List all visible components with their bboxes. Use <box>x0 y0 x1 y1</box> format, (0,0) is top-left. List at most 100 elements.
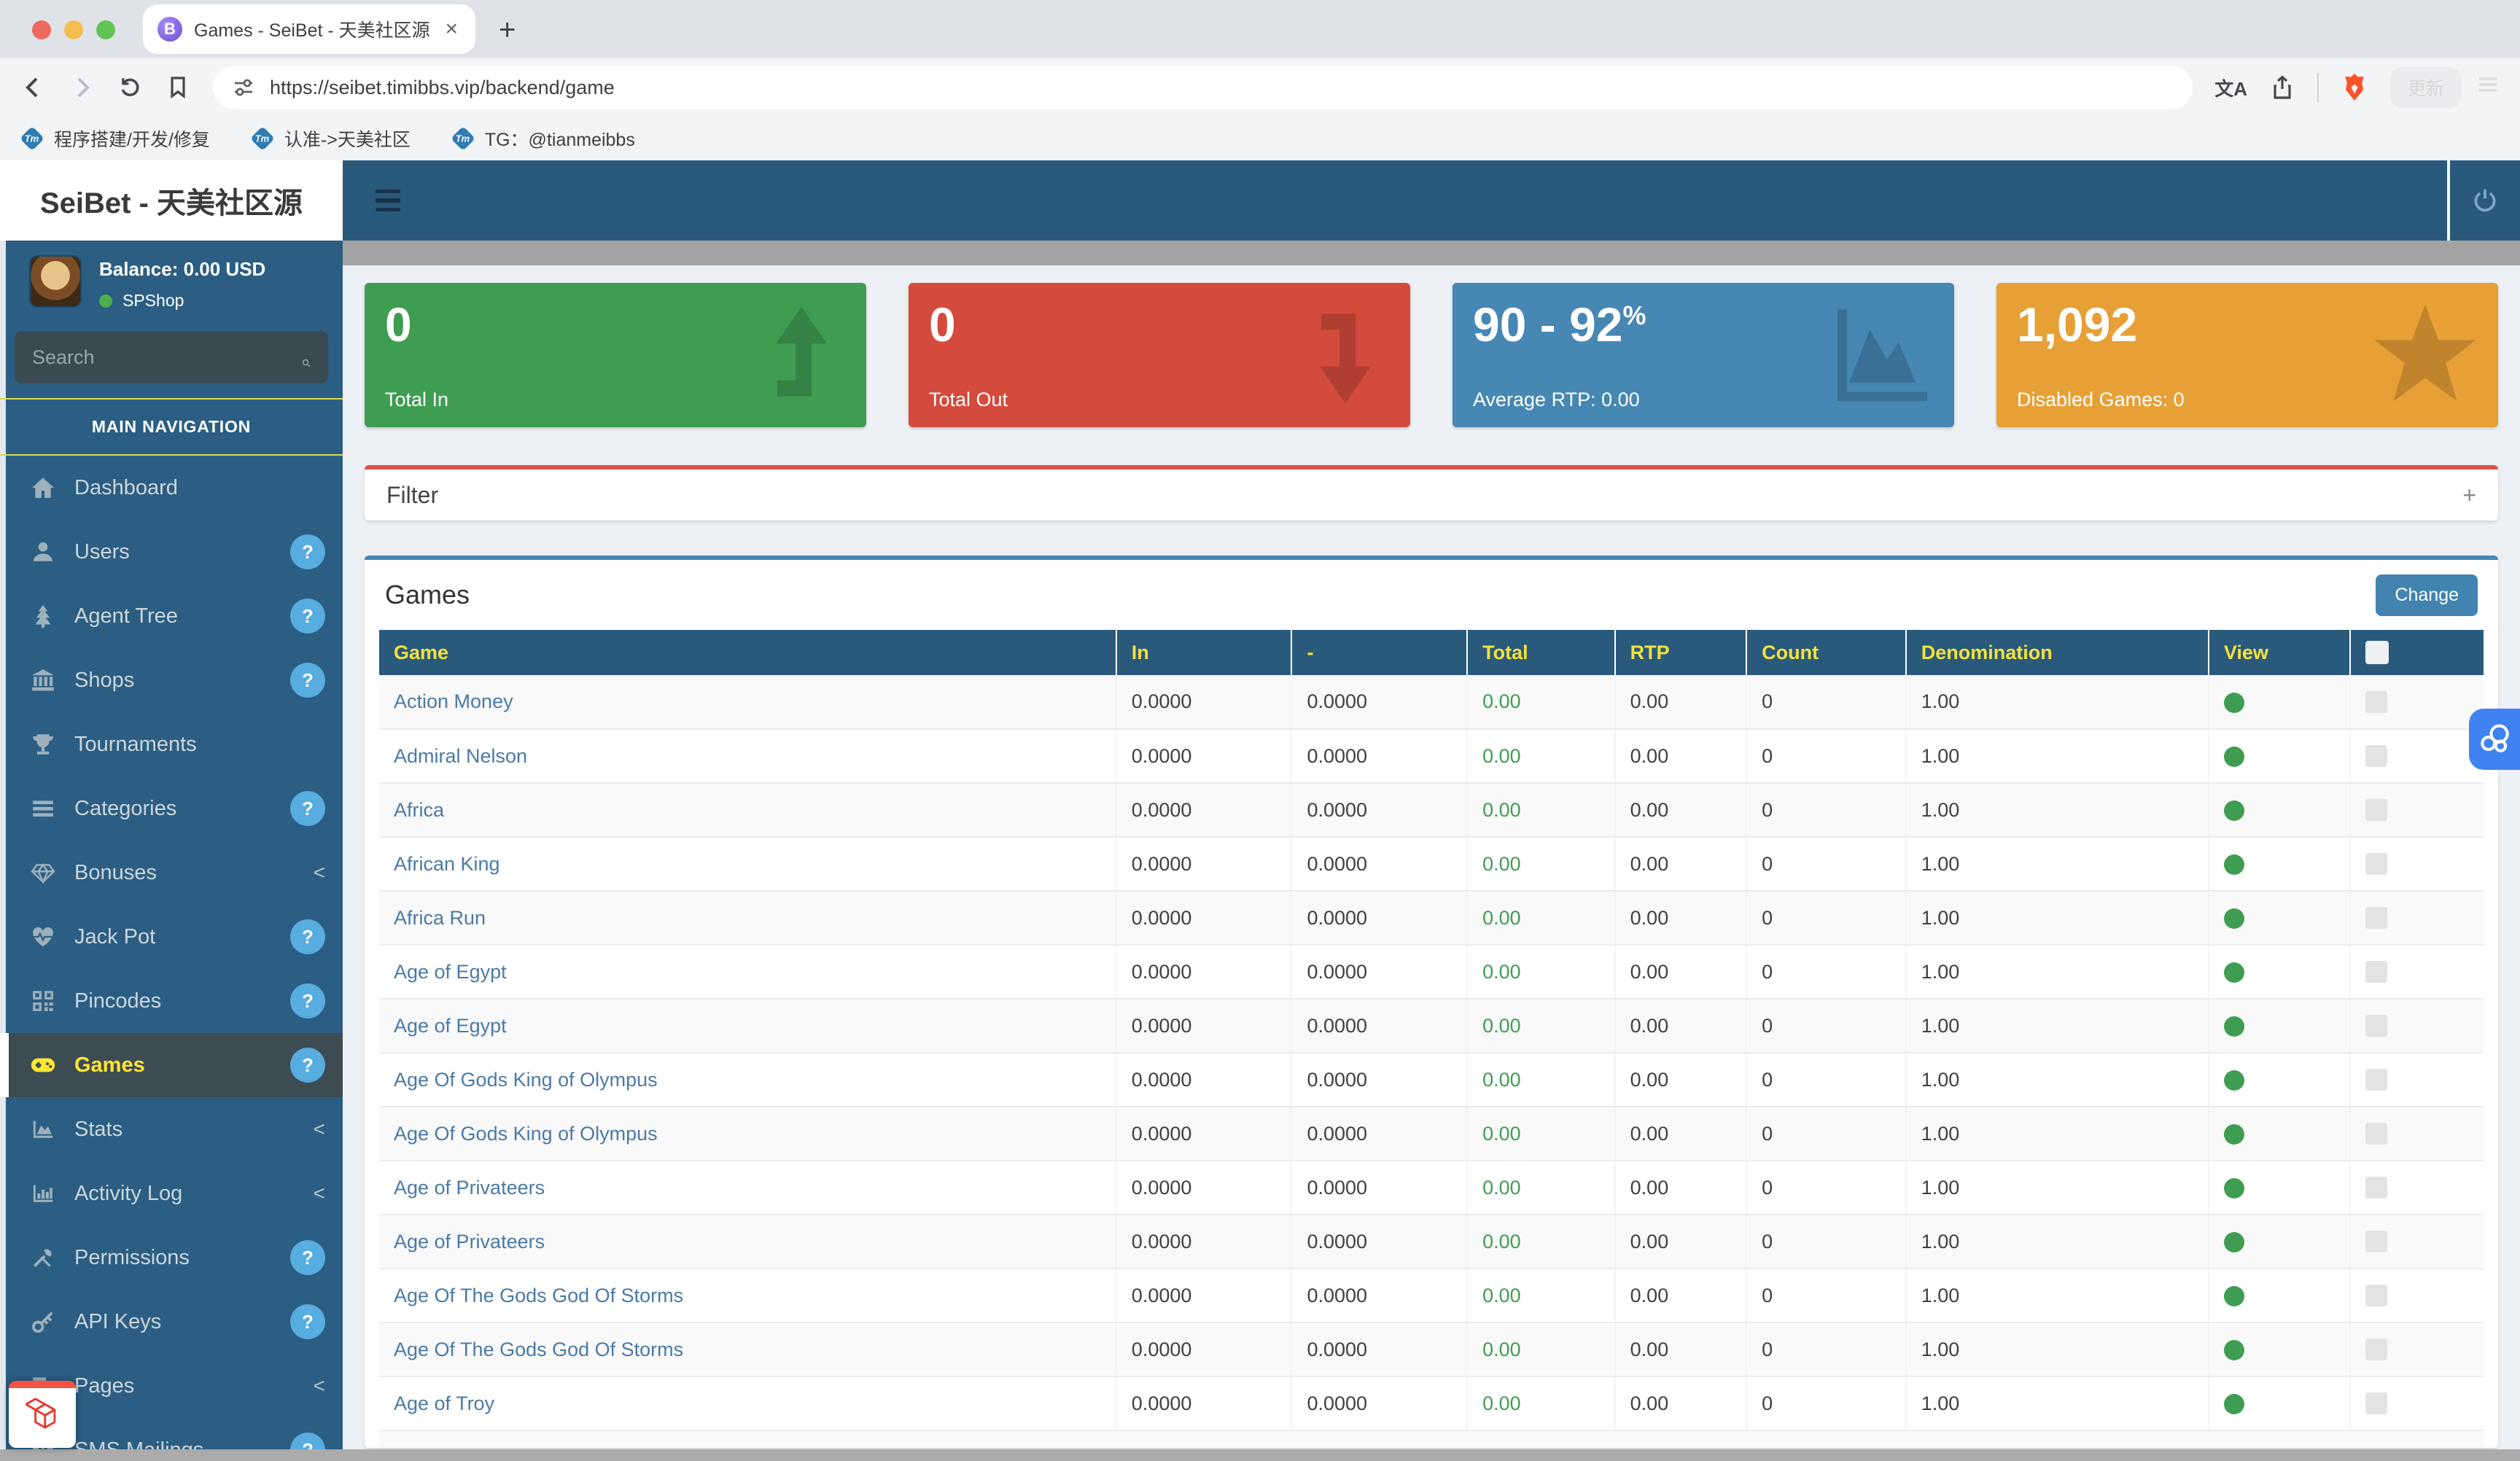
reload-icon[interactable] <box>117 74 143 101</box>
help-badge[interactable]: ? <box>290 983 325 1018</box>
chevron-left-icon: < <box>314 1182 325 1205</box>
browser-tab[interactable]: B Games - SeiBet - 天美社区源码 × <box>143 4 475 54</box>
view-cell <box>2209 1269 2351 1322</box>
bookmark-icon[interactable] <box>165 74 191 101</box>
back-icon[interactable] <box>20 74 47 101</box>
window-close-button[interactable] <box>32 20 51 39</box>
forward-icon[interactable] <box>69 74 95 101</box>
change-button[interactable]: Change <box>2376 574 2478 616</box>
window-zoom-button[interactable] <box>96 20 115 39</box>
game-link[interactable]: Age Of The Gods God Of Storms <box>394 1339 683 1360</box>
game-link[interactable]: Age Of Gods King of Olympus <box>394 1069 658 1091</box>
game-link[interactable]: Age Of The Gods God Of Storms <box>394 1285 683 1306</box>
sidebar-item-tournaments[interactable]: Tournaments <box>0 712 343 776</box>
sidebar-item-bonuses[interactable]: Bonuses< <box>0 841 343 905</box>
select-all-checkbox[interactable] <box>2365 641 2389 664</box>
sidebar-item-users[interactable]: Users? <box>0 520 343 584</box>
game-link[interactable]: Africa <box>394 799 444 821</box>
row-checkbox[interactable] <box>2365 853 2387 875</box>
game-link[interactable]: Action Money <box>394 690 513 712</box>
search-input[interactable] <box>32 346 290 369</box>
sidebar-item-categories[interactable]: Categories? <box>0 776 343 841</box>
row-checkbox[interactable] <box>2365 961 2387 983</box>
browser-menu-icon[interactable] <box>2476 73 2500 102</box>
row-checkbox[interactable] <box>2365 691 2387 713</box>
translate-icon[interactable]: 文A <box>2214 74 2247 101</box>
share-icon[interactable] <box>2269 74 2295 101</box>
filter-panel[interactable]: Filter + <box>365 465 2498 521</box>
floating-netdisk-button[interactable] <box>2469 709 2520 770</box>
game-link[interactable]: Africa Run <box>394 907 486 929</box>
browser-window: B Games - SeiBet - 天美社区源码 × + https://se… <box>0 0 2520 1461</box>
row-checkbox[interactable] <box>2365 1392 2387 1414</box>
window-minimize-button[interactable] <box>64 20 83 39</box>
minus-cell: 0.0000 <box>1291 1107 1467 1161</box>
row-checkbox[interactable] <box>2365 799 2387 821</box>
new-tab-button[interactable]: + <box>499 14 516 47</box>
game-link[interactable]: African King <box>394 853 500 875</box>
tab-close-icon[interactable]: × <box>442 17 461 42</box>
url-bar[interactable]: https://seibet.timibbs.vip/backend/game <box>213 66 2193 109</box>
bookmark-item[interactable]: TmTG：@tianmeibbs <box>454 125 635 152</box>
sidebar-item-games[interactable]: Games? <box>0 1033 343 1097</box>
sidebar-item-pincodes[interactable]: Pincodes? <box>0 969 343 1033</box>
total-cell: 0.00 <box>1467 891 1615 945</box>
game-link[interactable]: Age of Egypt <box>394 1015 507 1037</box>
filter-expand-button[interactable]: + <box>2462 482 2476 509</box>
sidebar-item-activity-log[interactable]: Activity Log< <box>0 1161 343 1226</box>
row-checkbox[interactable] <box>2365 1177 2387 1199</box>
help-badge[interactable]: ? <box>290 599 325 634</box>
sidebar-item-stats[interactable]: Stats< <box>0 1097 343 1161</box>
help-badge[interactable]: ? <box>290 919 325 954</box>
game-link[interactable]: Age Of Gods King of Olympus <box>394 1123 658 1145</box>
row-checkbox[interactable] <box>2365 1339 2387 1360</box>
help-badge[interactable]: ? <box>290 1048 325 1083</box>
table-row: Age Of Gods King of Olympus0.00000.00000… <box>379 1053 2484 1107</box>
count-cell: 0 <box>1746 675 1906 729</box>
rtp-cell: 0.00 <box>1615 945 1747 999</box>
help-badge[interactable]: ? <box>290 663 325 698</box>
minus-cell: 0.0000 <box>1291 1161 1467 1215</box>
info-boxes: 0Total In0Total Out90 - 92%Average RTP: … <box>365 283 2498 427</box>
help-badge[interactable]: ? <box>290 1304 325 1339</box>
game-link[interactable]: Age of Troy <box>394 1392 494 1414</box>
row-checkbox[interactable] <box>2365 907 2387 929</box>
sidebar-item-jack-pot[interactable]: Jack Pot? <box>0 905 343 969</box>
sidebar-item-label: Games <box>74 1053 145 1078</box>
row-checkbox[interactable] <box>2365 1285 2387 1306</box>
row-checkbox[interactable] <box>2365 1069 2387 1091</box>
sidebar-item-permissions[interactable]: Permissions? <box>0 1226 343 1290</box>
view-cell <box>2209 729 2351 783</box>
help-badge[interactable]: ? <box>290 1240 325 1275</box>
row-checkbox[interactable] <box>2365 745 2387 767</box>
laravel-debugbar-button[interactable] <box>9 1381 76 1448</box>
brave-shields-icon[interactable] <box>2341 72 2368 103</box>
help-badge[interactable]: ? <box>290 534 325 569</box>
sidebar-item-dashboard[interactable]: Dashboard <box>0 456 343 520</box>
row-checkbox[interactable] <box>2365 1231 2387 1252</box>
search-icon[interactable] <box>302 346 311 368</box>
game-link[interactable]: Admiral Nelson <box>394 745 527 767</box>
app-logo[interactable]: SeiBet - 天美社区源 <box>0 160 343 241</box>
in-cell: 0.0000 <box>1116 1269 1292 1322</box>
select-cell <box>2350 1269 2484 1322</box>
browser-update-button[interactable]: 更新 <box>2390 67 2500 108</box>
denomination-cell: 1.00 <box>1906 891 2209 945</box>
logout-button[interactable] <box>2447 160 2520 241</box>
sidebar-toggle-icon[interactable] <box>359 171 417 230</box>
game-link[interactable]: Age of Privateers <box>394 1231 545 1252</box>
game-link[interactable]: Age of Egypt <box>394 961 507 983</box>
minus-cell: 0.0000 <box>1291 891 1467 945</box>
sidebar-item-shops[interactable]: Shops? <box>0 648 343 712</box>
sidebar-item-api-keys[interactable]: API Keys? <box>0 1290 343 1354</box>
bookmark-item[interactable]: Tm程序搭建/开发/修复 <box>23 125 210 152</box>
row-checkbox[interactable] <box>2365 1123 2387 1145</box>
row-checkbox[interactable] <box>2365 1015 2387 1037</box>
game-link[interactable]: Age of Privateers <box>394 1177 545 1199</box>
sidebar-item-agent-tree[interactable]: Agent Tree? <box>0 584 343 648</box>
bookmark-item[interactable]: Tm认准->天美社区 <box>254 125 411 152</box>
browser-toolbar: https://seibet.timibbs.vip/backend/game … <box>0 58 2520 117</box>
site-settings-icon[interactable] <box>232 76 255 99</box>
help-badge[interactable]: ? <box>290 791 325 826</box>
view-cell <box>2209 675 2351 729</box>
